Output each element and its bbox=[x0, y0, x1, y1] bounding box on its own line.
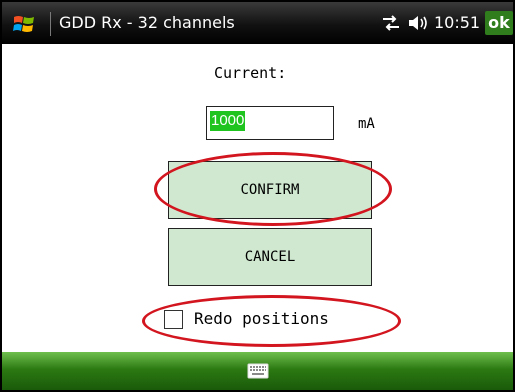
speaker-icon[interactable] bbox=[407, 15, 429, 31]
title-separator bbox=[50, 12, 51, 36]
title-bar: GDD Rx - 32 channels 10:51 ok bbox=[2, 2, 513, 44]
cancel-button[interactable]: CANCEL bbox=[168, 228, 372, 286]
app-title: GDD Rx - 32 channels bbox=[59, 13, 235, 32]
redo-annotation-ellipse bbox=[142, 295, 401, 347]
clock[interactable]: 10:51 bbox=[434, 12, 480, 34]
keyboard-icon[interactable] bbox=[247, 362, 269, 380]
confirm-annotation-ellipse bbox=[154, 152, 392, 226]
softkey-bar bbox=[2, 352, 513, 390]
current-input[interactable]: 1000 bbox=[206, 106, 334, 140]
connectivity-arrows-icon[interactable] bbox=[381, 15, 401, 31]
ok-button[interactable]: ok bbox=[485, 11, 513, 35]
device-screen: GDD Rx - 32 channels 10:51 ok Current: 1… bbox=[0, 0, 515, 392]
windows-flag-icon[interactable] bbox=[12, 12, 36, 36]
current-label: Current: bbox=[214, 64, 287, 82]
unit-label: mA bbox=[358, 116, 375, 132]
current-input-value: 1000 bbox=[210, 111, 246, 131]
